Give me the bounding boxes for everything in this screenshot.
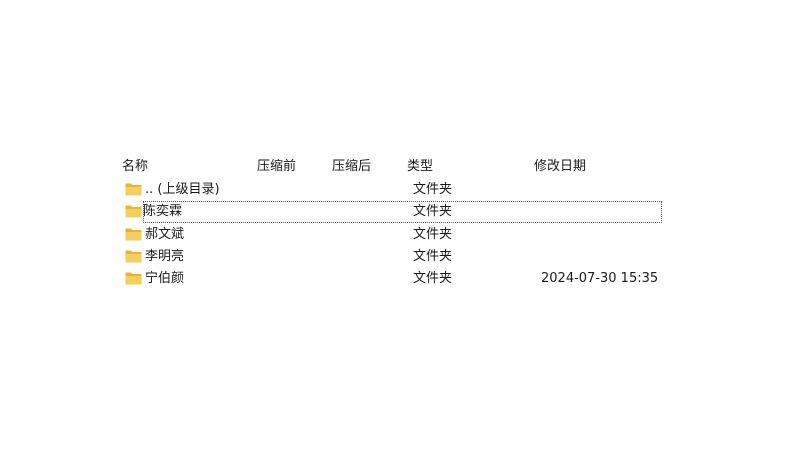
folder-icon <box>125 183 142 196</box>
column-header-type[interactable]: 类型 <box>407 159 433 175</box>
column-header-compressed-after[interactable]: 压缩后 <box>332 159 371 175</box>
file-list-panel: 名称 压缩前 压缩后 类型 修改日期 .. (上级目录) 文件夹 陈奕霖 文件夹 <box>120 155 680 295</box>
folder-icon <box>125 272 142 285</box>
file-row-parent[interactable]: .. (上级目录) 文件夹 <box>120 179 665 201</box>
column-header-compressed-before[interactable]: 压缩前 <box>257 159 296 175</box>
file-type: 文件夹 <box>413 249 453 264</box>
folder-icon <box>125 228 142 241</box>
file-name: .. (上级目录) <box>145 182 220 197</box>
file-type: 文件夹 <box>413 271 453 286</box>
file-row[interactable]: 郝文斌 文件夹 <box>120 224 665 246</box>
file-row-selected[interactable]: 陈奕霖 文件夹 <box>125 201 662 223</box>
column-header-bar: 名称 压缩前 压缩后 类型 修改日期 <box>120 155 680 179</box>
column-header-name[interactable]: 名称 <box>122 159 148 175</box>
file-modified: 2024-07-30 15:35 <box>541 271 659 286</box>
file-type: 文件夹 <box>413 204 453 219</box>
file-row[interactable]: 宁伯颜 文件夹 2024-07-30 15:35 <box>120 268 665 290</box>
file-name: 郝文斌 <box>145 227 185 242</box>
folder-icon <box>125 205 142 218</box>
file-name: 李明亮 <box>145 249 185 264</box>
file-name: 宁伯颜 <box>145 271 185 286</box>
folder-icon <box>125 250 142 263</box>
file-name: 陈奕霖 <box>143 204 183 219</box>
column-header-modified[interactable]: 修改日期 <box>534 159 586 175</box>
file-type: 文件夹 <box>413 227 453 242</box>
file-row[interactable]: 李明亮 文件夹 <box>120 246 665 268</box>
file-type: 文件夹 <box>413 182 453 197</box>
